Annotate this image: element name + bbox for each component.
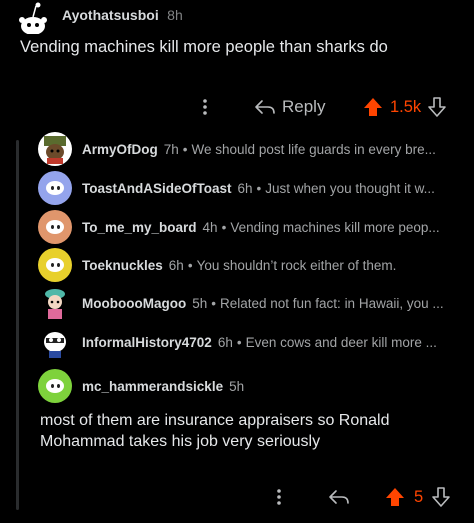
avatar[interactable] [38,248,72,282]
reply-preview: Related not fun fact: in Hawaii, you ... [219,295,444,311]
reply-arrow-icon [329,490,349,504]
eye-icon [57,263,60,267]
comment-author[interactable]: Ayothatsusboi [62,7,159,23]
avatar[interactable] [14,0,52,35]
reply-author[interactable]: MooboooMagoo [82,296,186,311]
snoo-avatar-icon [19,2,47,35]
reply-button[interactable]: Reply [254,92,325,122]
more-vertical-icon [277,489,281,505]
collapsed-reply[interactable]: To_me_my_board 4h • Vending machines kil… [38,209,440,245]
reply-separator: • [221,219,227,235]
reply-author[interactable]: mc_hammerandsickle [82,379,223,394]
vote-controls: 1.5k [362,92,447,122]
collapsed-reply[interactable]: InformalHistory4702 6h • Even cows and d… [38,324,437,360]
comment-body: Vending machines kill more people than s… [20,38,388,56]
reply-button[interactable] [328,482,350,512]
reply-preview: You shouldn’t rock either of them. [196,257,397,273]
collapsed-reply[interactable]: Toeknuckles 6h • You shouldn’t rock eith… [38,247,396,283]
reply-time: 6h [237,180,253,196]
eye-icon [51,225,54,229]
eye-icon [51,186,54,190]
avatar[interactable] [38,369,72,403]
reply-preview: We should post life guards in every bre.… [191,141,436,157]
reply-separator: • [211,295,216,311]
more-vertical-icon [203,99,207,115]
downvote-arrow-icon[interactable] [427,96,447,118]
collapsed-reply[interactable]: ArmyOfDog 7h • We should post life guard… [38,131,436,167]
reply-separator: • [256,180,262,196]
comment-header: Ayothatsusboi 8h [62,7,183,25]
reply-arrow-icon [255,100,275,114]
snoo-avatar-icon [46,379,64,393]
downvote-arrow-icon[interactable] [431,486,451,508]
reply-time: 5h [229,378,245,394]
upvote-arrow-icon[interactable] [362,96,384,118]
eye-icon [57,384,60,388]
avatar[interactable] [38,286,72,320]
avatar[interactable] [38,132,72,166]
snoo-avatar-icon [46,181,64,195]
collapsed-reply[interactable]: MooboooMagoo 5h • Related not fun fact: … [38,285,444,321]
reply-preview: Vending machines kill more peop... [230,219,440,235]
reply-author[interactable]: InformalHistory4702 [82,335,212,350]
reply-time: 6h [168,257,184,273]
reply-preview: Even cows and deer kill more ... [245,334,437,350]
dog-avatar-icon [44,136,66,164]
avatar[interactable] [38,325,72,359]
reply-author[interactable]: ArmyOfDog [82,142,158,157]
snoo-avatar-icon [46,258,64,272]
reply-separator: • [187,257,193,273]
reply-separator: • [182,141,188,157]
avatar[interactable] [38,171,72,205]
reply-separator: • [236,334,242,350]
reply-body: most of them are insurance appraisers so… [40,412,390,450]
reply-preview: Just when you thought it w... [265,180,435,196]
reply-time: 6h [217,334,233,350]
reply-header: mc_hammerandsickle 5h [38,368,244,404]
eye-icon [51,384,54,388]
reply-time: 4h [202,219,218,235]
vote-score: 1.5k [390,97,422,116]
more-options-button[interactable] [272,482,286,512]
snoo-avatar-icon [46,220,64,234]
eye-icon [57,186,60,190]
reply-label: Reply [282,97,326,116]
reply-author[interactable]: To_me_my_board [82,220,197,235]
reply-author[interactable]: ToastAndASideOfToast [82,181,232,196]
reply-time: 7h [163,141,179,157]
thread-line[interactable] [16,140,19,510]
collapsed-reply[interactable]: ToastAndASideOfToast 6h • Just when you … [38,170,435,206]
eye-icon [51,263,54,267]
reply-author[interactable]: Toeknuckles [82,258,163,273]
character-avatar-icon [44,332,66,358]
upvote-arrow-icon[interactable] [384,486,406,508]
character-avatar-icon [45,289,65,319]
comment-time: 8h [167,7,183,23]
eye-icon [57,225,60,229]
reply-time: 5h [192,295,208,311]
vote-controls: 5 [384,482,451,512]
more-options-button[interactable] [198,92,212,122]
vote-score: 5 [414,487,424,506]
avatar[interactable] [38,210,72,244]
